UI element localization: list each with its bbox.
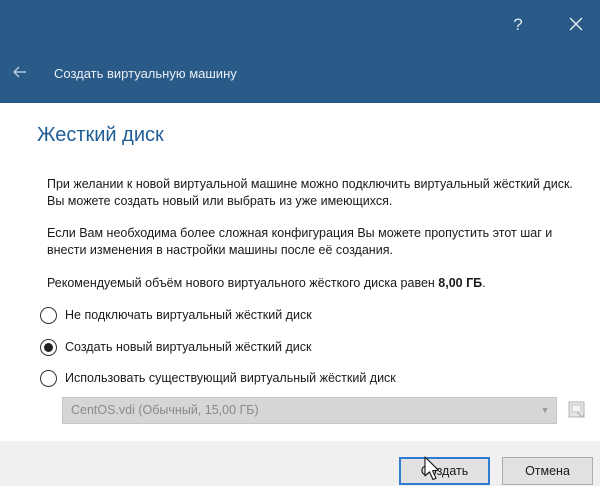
radio-create-new-disk[interactable]: Создать новый виртуальный жёсткий диск [40, 337, 311, 357]
create-button[interactable]: Создать [399, 457, 490, 485]
recommended-size-paragraph: Рекомендуемый объём нового виртуального … [47, 275, 587, 292]
radio-button-unchecked[interactable] [40, 369, 57, 387]
back-button[interactable] [10, 62, 32, 86]
radio-no-disk[interactable]: Не подключать виртуальный жёсткий диск [40, 305, 312, 325]
radio-label: Использовать существующий виртуальный жё… [65, 371, 396, 385]
advanced-config-paragraph: Если Вам необходима более сложная конфиг… [47, 226, 553, 257]
existing-disk-select[interactable]: CentOS.vdi (Обычный, 15,00 ГБ) ▼ [62, 397, 557, 424]
dialog-header: ? Создать виртуальную машину [0, 0, 600, 103]
existing-disk-select-value: CentOS.vdi (Обычный, 15,00 ГБ) [71, 403, 259, 417]
cancel-button[interactable]: Отмена [502, 457, 593, 485]
chevron-down-icon: ▼ [540, 405, 550, 415]
folder-disk-icon [568, 401, 585, 418]
close-button[interactable] [556, 8, 596, 40]
recommended-size-value: 8,00 ГБ [438, 276, 483, 290]
help-button[interactable]: ? [500, 10, 536, 40]
radio-button-unchecked[interactable] [40, 306, 57, 324]
arrow-left-icon [13, 66, 26, 78]
close-icon [569, 17, 583, 31]
recommended-size-text: Рекомендуемый объём нового виртуального … [47, 276, 439, 290]
radio-dot [44, 342, 53, 352]
choose-disk-file-button[interactable] [566, 397, 590, 423]
wizard-title: Создать виртуальную машину [54, 66, 237, 81]
radio-label: Создать новый виртуальный жёсткий диск [65, 340, 312, 354]
create-vm-dialog: ? Создать виртуальную машину Жесткий дис… [0, 0, 600, 486]
radio-button-checked[interactable] [40, 338, 57, 356]
recommended-size-end: . [482, 276, 486, 290]
radio-label: Не подключать виртуальный жёсткий диск [65, 308, 312, 322]
description-paragraph: При желании к новой виртуальной машине м… [47, 177, 573, 208]
page-title: Жесткий диск [37, 124, 164, 146]
radio-use-existing-disk[interactable]: Использовать существующий виртуальный жё… [40, 368, 396, 388]
